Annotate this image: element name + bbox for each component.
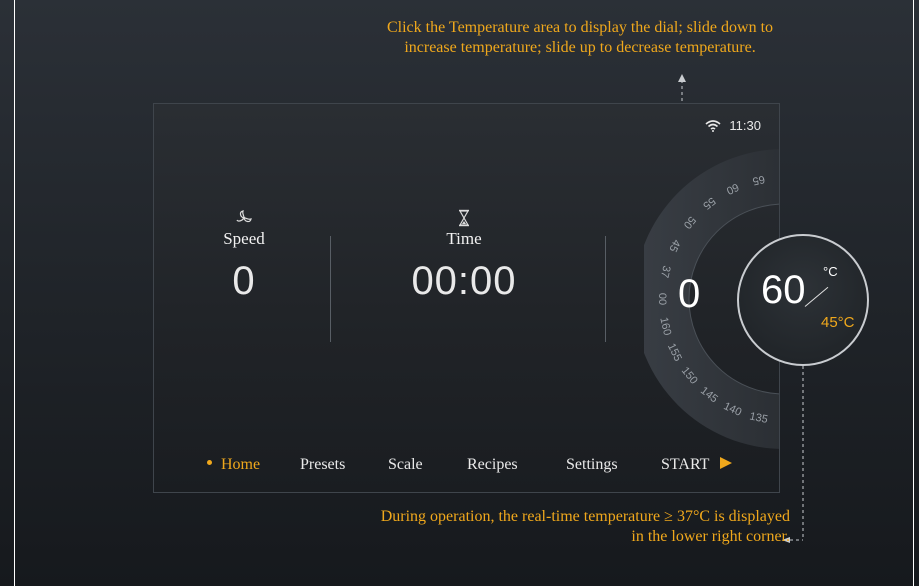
- top-callout: Click the Temperature area to display th…: [300, 18, 860, 58]
- left-edge-line: [14, 0, 15, 586]
- status-time: 11:30: [729, 118, 761, 133]
- speed-panel[interactable]: Speed 0: [184, 209, 304, 304]
- oven-screen: 11:30 Speed 0 Time 00:00 65 60 55 50 45 …: [153, 103, 780, 493]
- play-icon: [720, 457, 733, 469]
- nav-item-scale[interactable]: Scale: [388, 456, 423, 474]
- speed-label: Speed: [223, 229, 265, 248]
- temperature-unit: °C: [823, 264, 838, 279]
- nav-item-recipes[interactable]: Recipes: [467, 456, 518, 474]
- hourglass-icon: [458, 209, 470, 227]
- time-panel[interactable]: Time 00:00: [374, 209, 554, 304]
- temperature-display[interactable]: 60 °C 45°C: [737, 234, 869, 366]
- bottom-callout-line-2: in the lower right corner.: [631, 528, 790, 545]
- temperature-real-value: 45°C: [821, 314, 855, 331]
- temperature-set-value: 60: [761, 268, 806, 312]
- time-value: 00:00: [411, 259, 517, 303]
- right-edge-line: [913, 0, 914, 586]
- top-callout-line-2: increase temperature; slide up to decrea…: [404, 39, 756, 56]
- dial-current-value[interactable]: 0: [678, 272, 700, 317]
- bottom-callout: During operation, the real-time temperat…: [230, 507, 790, 547]
- time-label: Time: [446, 229, 482, 248]
- divider-2: [605, 236, 606, 342]
- dial-tick-label: 65: [751, 173, 765, 187]
- status-bar: 11:30: [705, 118, 761, 133]
- dial-tick-label: 00: [656, 293, 668, 305]
- nav-item-home[interactable]: Home: [221, 456, 260, 474]
- nav-item-settings[interactable]: Settings: [566, 456, 618, 474]
- bottom-callout-line-1: During operation, the real-time temperat…: [380, 508, 790, 525]
- speed-value: 0: [232, 259, 256, 303]
- active-dot-icon: [207, 460, 212, 465]
- top-connector-arrow: [678, 74, 686, 82]
- divider-1: [330, 236, 331, 342]
- nav-item-presets[interactable]: Presets: [300, 456, 345, 474]
- fan-icon: [236, 210, 252, 223]
- start-button[interactable]: START: [661, 456, 733, 474]
- top-callout-line-1: Click the Temperature area to display th…: [386, 19, 774, 36]
- temperature-divider: [804, 286, 829, 307]
- start-label: START: [661, 456, 710, 473]
- wifi-icon: [705, 119, 721, 132]
